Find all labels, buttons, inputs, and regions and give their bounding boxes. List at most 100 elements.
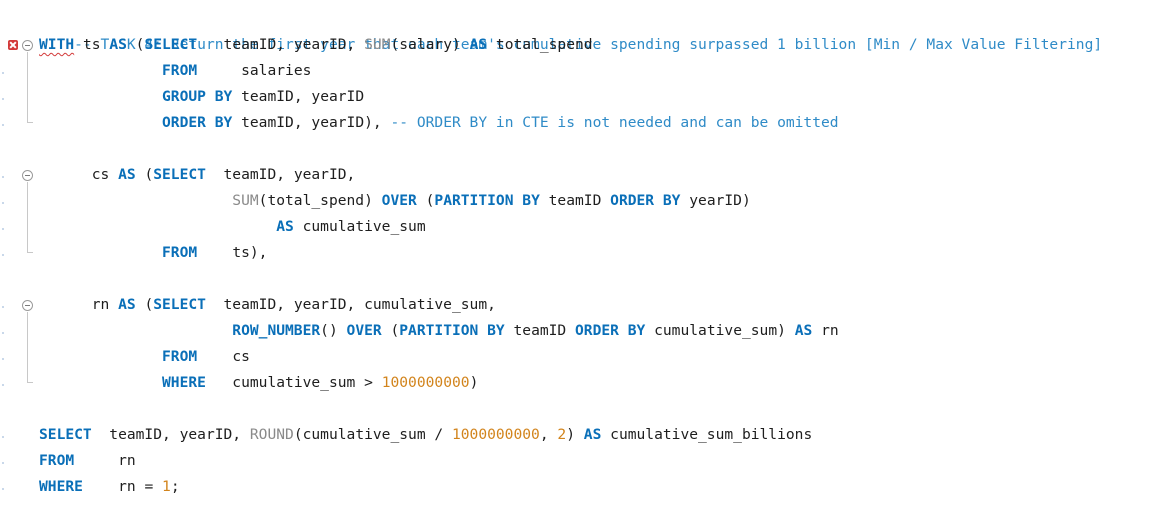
keyword-partition: PARTITION bbox=[434, 192, 514, 209]
code-text: rn = bbox=[82, 478, 163, 495]
fold-guide-end bbox=[27, 382, 33, 383]
keyword-where: WHERE bbox=[162, 374, 206, 391]
code-line-3[interactable]: FROM salaries bbox=[39, 58, 311, 84]
keyword-select: SELECT bbox=[144, 36, 198, 53]
code-line-12[interactable]: rn AS (SELECT teamID, yearID, cumulative… bbox=[39, 292, 496, 318]
keyword-as: AS bbox=[583, 426, 602, 443]
keyword-by: BY bbox=[522, 192, 540, 209]
code-text: teamID bbox=[539, 192, 611, 209]
code-text: total_spend bbox=[487, 36, 593, 53]
keyword-select: SELECT bbox=[153, 296, 206, 313]
error-x-icon[interactable] bbox=[8, 40, 18, 50]
keyword-select: SELECT bbox=[153, 166, 206, 183]
keyword-as: AS bbox=[469, 36, 488, 53]
code-text: salaries bbox=[197, 62, 312, 79]
sql-editor[interactable]: -- TASK 4: Return the first year that ea… bbox=[0, 0, 1155, 516]
code-line-15[interactable]: WHERE cumulative_sum > 1000000000) bbox=[39, 370, 478, 396]
code-text: teamID, yearID, bbox=[205, 166, 356, 183]
code-line-7[interactable]: cs AS (SELECT teamID, yearID, bbox=[39, 162, 356, 188]
keyword-over: OVER bbox=[381, 192, 417, 209]
gutter-marker bbox=[2, 384, 4, 386]
fold-collapse-icon[interactable] bbox=[22, 300, 33, 311]
keyword-as: AS bbox=[276, 218, 294, 235]
number-literal: 1 bbox=[162, 478, 171, 495]
gutter-marker bbox=[2, 332, 4, 334]
keyword-by: BY bbox=[627, 322, 646, 339]
gutter-marker bbox=[2, 176, 4, 178]
code-text: cumulative_sum) bbox=[645, 322, 795, 339]
code-text: ( bbox=[126, 36, 145, 53]
code-line-9[interactable]: AS cumulative_sum bbox=[39, 214, 426, 240]
code-text: ) bbox=[566, 426, 584, 443]
code-text: cumulative_sum bbox=[293, 218, 426, 235]
code-text: teamID bbox=[504, 322, 576, 339]
code-text: (total_spend) bbox=[258, 192, 382, 209]
number-literal: 2 bbox=[557, 426, 567, 443]
gutter-marker bbox=[2, 98, 4, 100]
code-text: (cumulative_sum / bbox=[293, 426, 452, 443]
gutter-marker bbox=[2, 358, 4, 360]
code-line-17[interactable]: SELECT teamID, yearID, ROUND(cumulative_… bbox=[39, 422, 812, 448]
code-text: ts bbox=[74, 36, 110, 53]
code-line-4[interactable]: GROUP BY teamID, yearID bbox=[39, 84, 364, 110]
code-text: (salary) bbox=[390, 36, 470, 53]
code-text: ts), bbox=[197, 244, 268, 261]
keyword-by: BY bbox=[214, 88, 233, 105]
keyword-as: AS bbox=[118, 166, 136, 183]
keyword-over: OVER bbox=[346, 322, 382, 339]
code-text: ( bbox=[381, 322, 400, 339]
code-line-19[interactable]: WHERE rn = 1; bbox=[39, 474, 180, 500]
code-line-2[interactable]: WITH ts AS (SELECT teamID, yearID, SUM(s… bbox=[39, 32, 593, 58]
keyword-as: AS bbox=[118, 296, 136, 313]
fold-guide-line bbox=[27, 182, 28, 252]
fold-collapse-icon[interactable] bbox=[22, 40, 33, 51]
fold-guide-line bbox=[27, 52, 28, 122]
code-text: ( bbox=[135, 296, 154, 313]
gutter-marker bbox=[2, 72, 4, 74]
keyword-select: SELECT bbox=[39, 426, 92, 443]
code-text: () bbox=[320, 322, 347, 339]
keyword-from: FROM bbox=[39, 452, 75, 469]
code-text: , bbox=[539, 426, 558, 443]
fold-guide-end bbox=[27, 122, 33, 123]
code-line-18[interactable]: FROM rn bbox=[39, 448, 136, 474]
keyword-by: BY bbox=[487, 322, 505, 339]
code-line-13[interactable]: ROW_NUMBER() OVER (PARTITION BY teamID O… bbox=[39, 318, 838, 344]
keyword-from: FROM bbox=[162, 62, 198, 79]
function-round: ROUND bbox=[249, 426, 294, 443]
gutter-marker bbox=[2, 436, 4, 438]
code-text: ( bbox=[416, 192, 435, 209]
code-line-1[interactable]: -- TASK 4: Return the first year that ea… bbox=[39, 6, 1102, 53]
code-line-5[interactable]: ORDER BY teamID, yearID), -- ORDER BY in… bbox=[39, 110, 839, 136]
code-text: rn bbox=[74, 452, 136, 469]
fold-guide-line bbox=[27, 312, 28, 382]
comment-inline: -- ORDER BY in CTE is not needed and can… bbox=[390, 114, 839, 131]
code-text: ; bbox=[170, 478, 180, 495]
code-line-14[interactable]: FROM cs bbox=[39, 344, 250, 370]
gutter-marker bbox=[2, 124, 4, 126]
code-line-10[interactable]: FROM ts), bbox=[39, 240, 267, 266]
number-literal: 1000000000 bbox=[381, 374, 470, 391]
code-text: teamID, yearID bbox=[232, 88, 365, 105]
code-text: cumulative_sum_billions bbox=[601, 426, 813, 443]
gutter-marker bbox=[2, 488, 4, 490]
code-line-8[interactable]: SUM(total_spend) OVER (PARTITION BY team… bbox=[39, 188, 751, 214]
cte-name-rn: rn bbox=[91, 296, 119, 313]
code-text: ( bbox=[135, 166, 154, 183]
fold-guide-end bbox=[27, 252, 33, 253]
keyword-with: WITH bbox=[39, 36, 75, 53]
code-text: cumulative_sum > bbox=[205, 374, 382, 391]
fold-collapse-icon[interactable] bbox=[22, 170, 33, 181]
keyword-partition: PARTITION bbox=[399, 322, 479, 339]
code-text: ) bbox=[469, 374, 479, 391]
code-text: yearID) bbox=[680, 192, 751, 209]
